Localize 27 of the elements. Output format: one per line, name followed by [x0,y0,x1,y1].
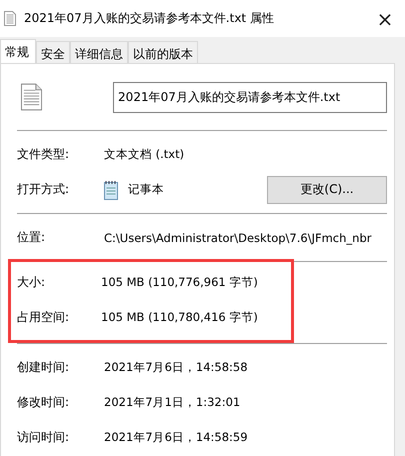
field-value: 2021年7月6日，14:58:58 [104,360,248,375]
file-name-field[interactable]: 2021年07月入账的交易请参考本文件.txt [113,82,387,112]
field-value: C:\Users\Administrator\Desktop\7.6\JFmch_nbr [104,230,372,244]
tab[interactable]: 安全 [36,41,70,63]
change-button[interactable]: 更改(C)... [267,176,387,204]
field-value: 记事本 [128,182,164,197]
document-icon [21,83,42,111]
tab[interactable]: 以前的版本 [128,41,198,63]
field-value: 文本文档 (.txt) [104,147,184,162]
field-label: 创建时间: [17,359,70,376]
field-value: 105 MB (110,780,416 字节) [101,310,258,325]
field-value: 2021年7月1日，1:32:01 [104,395,240,410]
notepad-icon [104,180,120,200]
field-value: 105 MB (110,776,961 字节) [101,275,258,290]
field-label: 访问时间: [17,429,70,446]
field-label: 打开方式: [17,181,70,198]
field-label: 大小: [17,274,46,291]
tab[interactable]: 常规 [0,39,36,63]
document-icon [4,11,16,26]
field-label: 位置: [17,229,46,246]
field-label: 占用空间: [17,309,70,326]
close-button[interactable]: × [365,0,405,37]
window-title: 2021年07月入账的交易请参考本文件.txt 属性 [24,10,275,27]
field-label: 文件类型: [17,146,70,163]
field-label: 修改时间: [17,394,70,411]
field-value: 2021年7月6日，14:58:59 [104,430,248,445]
tab[interactable]: 详细信息 [70,41,128,63]
